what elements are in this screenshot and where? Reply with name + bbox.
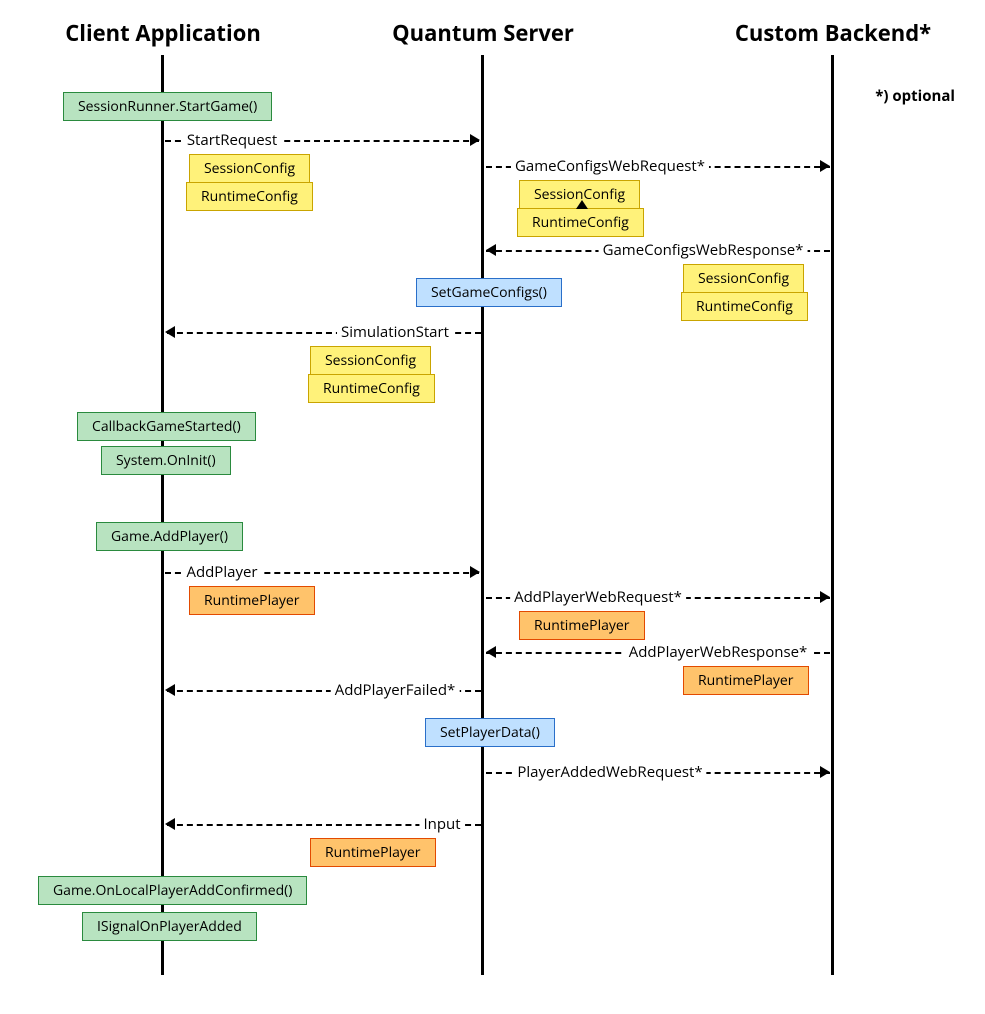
payload-start-runtime-config: RuntimeConfig <box>186 182 313 211</box>
msg-start-request-label: StartRequest <box>183 130 281 150</box>
box-system-oninit: System.OnInit() <box>101 446 231 475</box>
msg-pawreq-arrow <box>820 766 830 778</box>
payload-apresp-runtime-player: RuntimePlayer <box>683 666 809 695</box>
sequence-diagram: Client Application Quantum Server Custom… <box>0 0 985 1014</box>
lane-title-client: Client Application <box>65 18 261 48</box>
msg-gc-req-label: GameConfigsWebRequest* <box>511 156 709 176</box>
payload-simstart-runtime-config: RuntimeConfig <box>308 374 435 403</box>
payload-start-session-config: SessionConfig <box>189 154 310 183</box>
msg-input-label: Input <box>419 814 464 834</box>
msg-gc-req-arrow <box>820 160 830 172</box>
box-set-game-configs: SetGameConfigs() <box>416 278 562 307</box>
payload-gcreq-runtime-config: RuntimeConfig <box>517 208 644 237</box>
box-game-addplayer: Game.AddPlayer() <box>96 522 243 551</box>
box-onlocal-confirmed: Game.OnLocalPlayerAddConfirmed() <box>38 876 307 905</box>
box-isignal-player-added: ISignalOnPlayerAdded <box>82 912 257 941</box>
msg-apreq-label: AddPlayerWebRequest* <box>510 587 686 607</box>
box-callback-game-started: CallbackGameStarted() <box>77 412 256 441</box>
msg-addplayer-label: AddPlayer <box>182 562 261 582</box>
msg-gc-resp-arrow <box>486 244 496 256</box>
lifeline-server <box>481 55 484 975</box>
payload-input-runtime-player: RuntimePlayer <box>310 838 436 867</box>
note-optional: *) optional <box>875 86 955 106</box>
box-set-player-data: SetPlayerData() <box>425 718 555 747</box>
msg-simstart-arrow <box>165 326 175 338</box>
msg-addplayer-arrow <box>470 566 480 578</box>
caret-icon <box>576 200 588 209</box>
msg-apfail-arrow <box>165 684 175 696</box>
msg-start-request-arrow <box>470 134 480 146</box>
lane-title-server: Quantum Server <box>392 18 574 48</box>
payload-gcresp-runtime-config: RuntimeConfig <box>681 292 808 321</box>
lane-title-backend: Custom Backend* <box>735 18 931 48</box>
msg-pawreq-label: PlayerAddedWebRequest* <box>513 762 706 782</box>
msg-gc-resp-label: GameConfigsWebResponse* <box>599 240 808 260</box>
payload-addplayer-runtime-player: RuntimePlayer <box>189 586 315 615</box>
payload-simstart-session-config: SessionConfig <box>310 346 431 375</box>
msg-input-arrow <box>165 818 175 830</box>
msg-apresp-label: AddPlayerWebResponse* <box>625 642 812 662</box>
msg-apreq-arrow <box>820 591 830 603</box>
payload-apreq-runtime-player: RuntimePlayer <box>519 611 645 640</box>
msg-simstart-label: SimulationStart <box>337 322 453 342</box>
box-start-game: SessionRunner.StartGame() <box>63 92 272 121</box>
lifeline-backend <box>831 55 834 975</box>
lifeline-client <box>161 55 164 975</box>
msg-apfail-label: AddPlayerFailed* <box>331 680 460 700</box>
msg-apresp-arrow <box>486 646 496 658</box>
payload-gcresp-session-config: SessionConfig <box>683 264 804 293</box>
